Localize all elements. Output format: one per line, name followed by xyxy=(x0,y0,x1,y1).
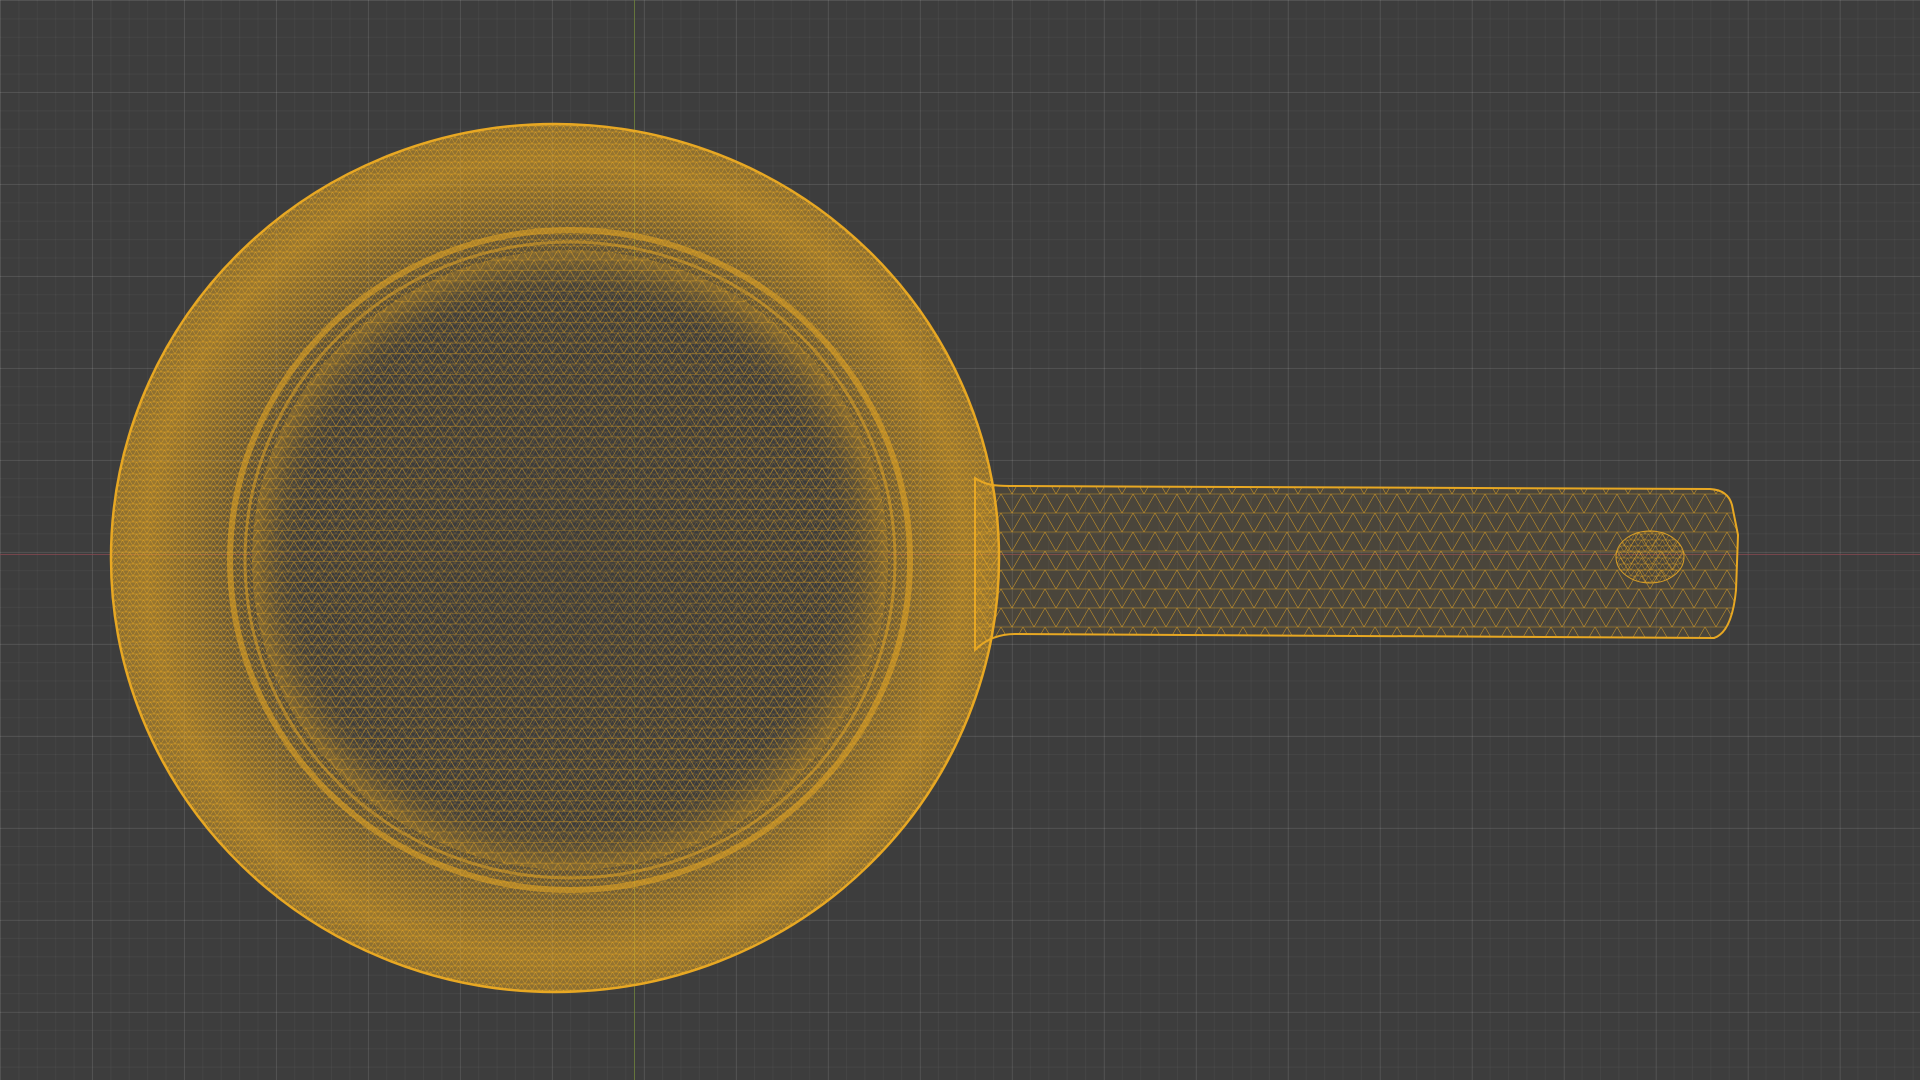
pan-inner-base xyxy=(252,250,888,870)
viewport-3d[interactable] xyxy=(0,0,1920,1080)
handle-hole xyxy=(1615,530,1685,584)
wireframe-object[interactable] xyxy=(0,0,1920,1080)
pan-handle[interactable] xyxy=(974,476,1740,653)
